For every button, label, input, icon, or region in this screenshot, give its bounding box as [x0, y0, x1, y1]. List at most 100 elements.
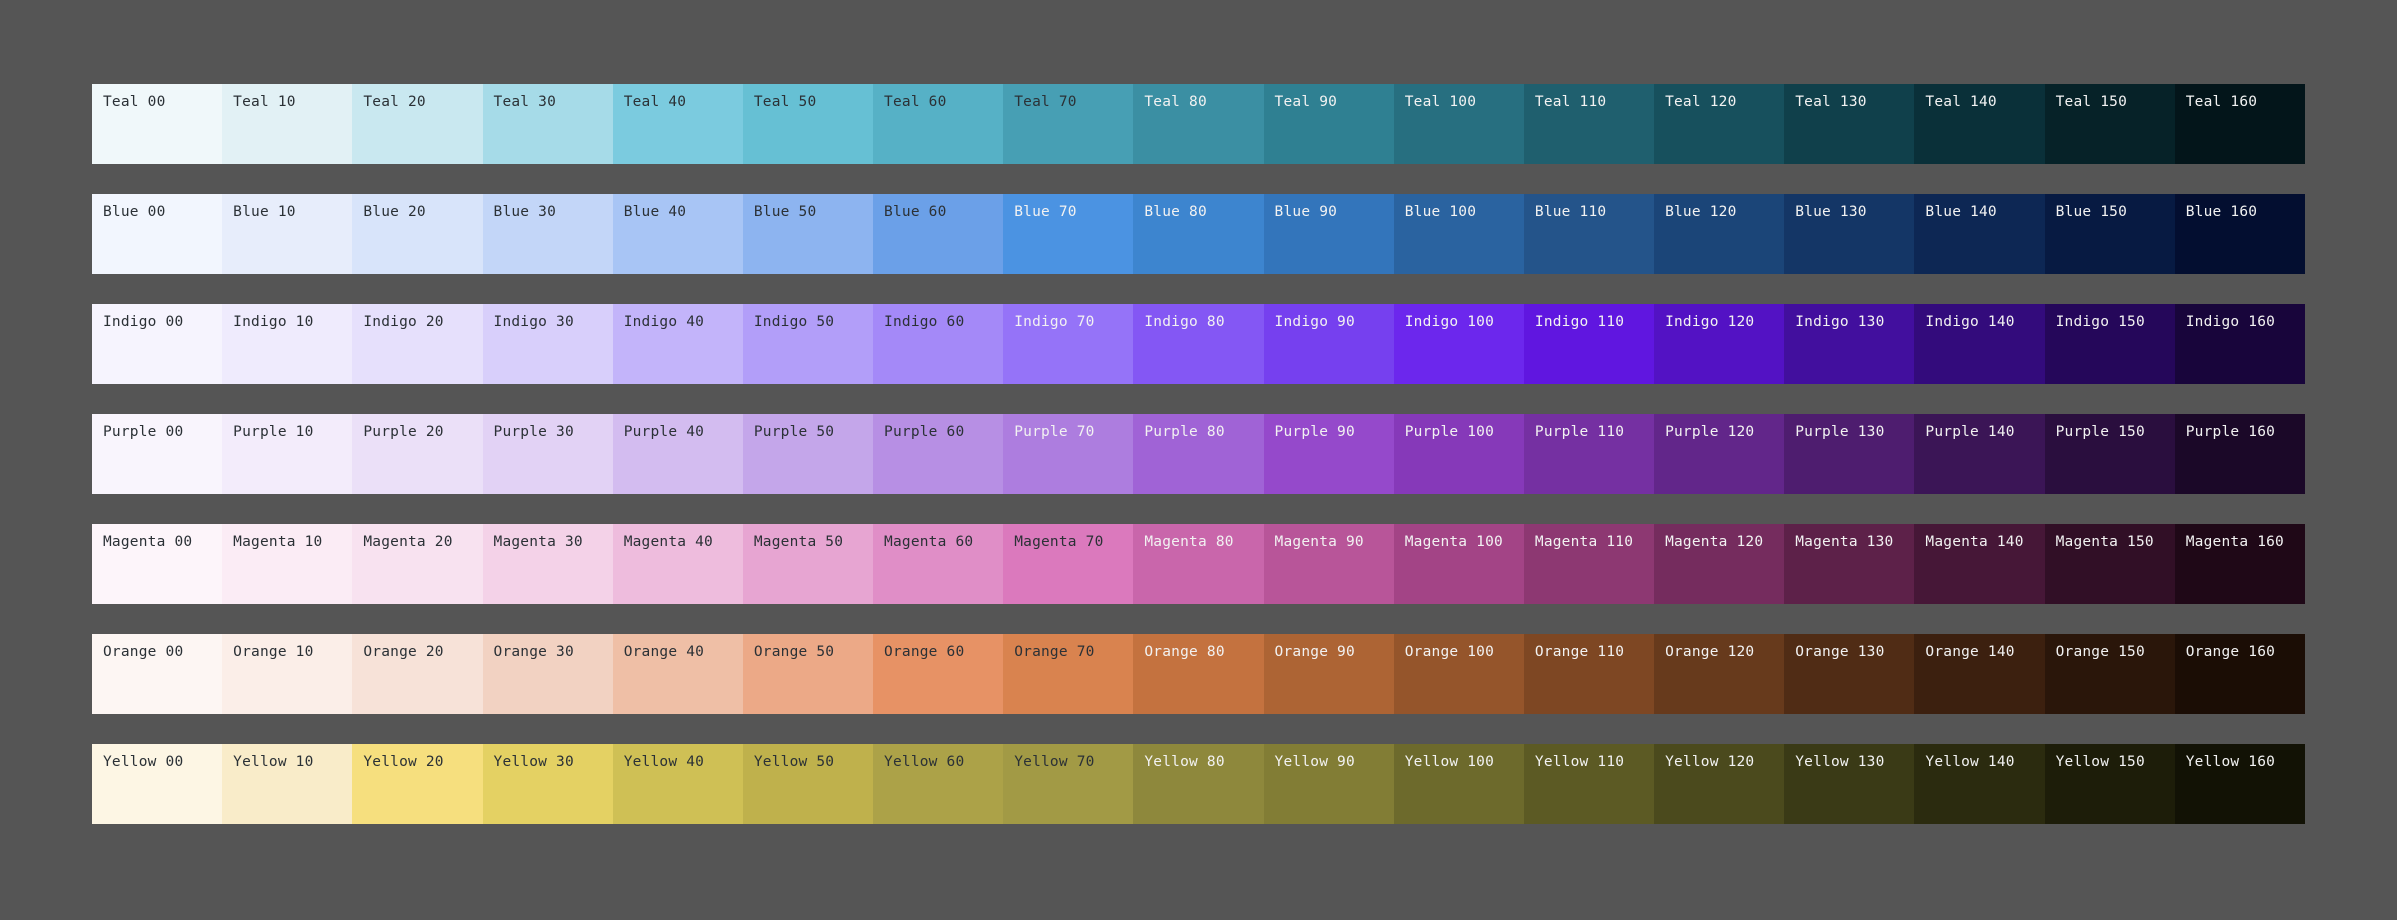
- swatch-purple-20[interactable]: Purple 20: [352, 414, 483, 494]
- swatch-orange-140[interactable]: Orange 140: [1914, 634, 2045, 714]
- swatch-purple-50[interactable]: Purple 50: [742, 414, 874, 494]
- swatch-blue-70[interactable]: Blue 70: [1003, 194, 1134, 274]
- swatch-teal-150[interactable]: Teal 150: [2044, 84, 2175, 164]
- swatch-blue-100[interactable]: Blue 100: [1393, 194, 1524, 274]
- swatch-indigo-150[interactable]: Indigo 150: [2044, 304, 2175, 384]
- swatch-magenta-160[interactable]: Magenta 160: [2174, 524, 2305, 604]
- swatch-indigo-70[interactable]: Indigo 70: [1003, 304, 1134, 384]
- swatch-purple-160[interactable]: Purple 160: [2174, 414, 2305, 494]
- swatch-teal-60[interactable]: Teal 60: [873, 84, 1004, 164]
- swatch-blue-130[interactable]: Blue 130: [1784, 194, 1915, 274]
- swatch-teal-110[interactable]: Teal 110: [1523, 84, 1655, 164]
- swatch-magenta-150[interactable]: Magenta 150: [2044, 524, 2175, 604]
- swatch-yellow-100[interactable]: Yellow 100: [1393, 744, 1524, 824]
- swatch-orange-100[interactable]: Orange 100: [1393, 634, 1524, 714]
- swatch-magenta-40[interactable]: Magenta 40: [612, 524, 743, 604]
- swatch-indigo-80[interactable]: Indigo 80: [1133, 304, 1264, 384]
- swatch-purple-150[interactable]: Purple 150: [2044, 414, 2175, 494]
- swatch-indigo-30[interactable]: Indigo 30: [482, 304, 613, 384]
- swatch-magenta-10[interactable]: Magenta 10: [222, 524, 353, 604]
- swatch-blue-110[interactable]: Blue 110: [1523, 194, 1655, 274]
- swatch-purple-120[interactable]: Purple 120: [1654, 414, 1785, 494]
- swatch-teal-40[interactable]: Teal 40: [612, 84, 743, 164]
- swatch-indigo-00[interactable]: Indigo 00: [92, 304, 223, 384]
- swatch-blue-60[interactable]: Blue 60: [873, 194, 1004, 274]
- swatch-yellow-20[interactable]: Yellow 20: [352, 744, 483, 824]
- swatch-purple-40[interactable]: Purple 40: [612, 414, 743, 494]
- swatch-teal-100[interactable]: Teal 100: [1393, 84, 1524, 164]
- swatch-indigo-20[interactable]: Indigo 20: [352, 304, 483, 384]
- swatch-purple-110[interactable]: Purple 110: [1523, 414, 1655, 494]
- swatch-teal-90[interactable]: Teal 90: [1263, 84, 1394, 164]
- swatch-purple-140[interactable]: Purple 140: [1914, 414, 2045, 494]
- swatch-orange-50[interactable]: Orange 50: [742, 634, 874, 714]
- swatch-yellow-50[interactable]: Yellow 50: [742, 744, 874, 824]
- swatch-yellow-130[interactable]: Yellow 130: [1784, 744, 1915, 824]
- swatch-indigo-40[interactable]: Indigo 40: [612, 304, 743, 384]
- swatch-yellow-160[interactable]: Yellow 160: [2174, 744, 2305, 824]
- swatch-blue-160[interactable]: Blue 160: [2174, 194, 2305, 274]
- swatch-teal-30[interactable]: Teal 30: [482, 84, 613, 164]
- swatch-teal-120[interactable]: Teal 120: [1654, 84, 1785, 164]
- swatch-teal-00[interactable]: Teal 00: [92, 84, 223, 164]
- swatch-magenta-00[interactable]: Magenta 00: [92, 524, 223, 604]
- swatch-blue-80[interactable]: Blue 80: [1133, 194, 1264, 274]
- swatch-magenta-30[interactable]: Magenta 30: [482, 524, 613, 604]
- swatch-yellow-120[interactable]: Yellow 120: [1654, 744, 1785, 824]
- swatch-teal-50[interactable]: Teal 50: [742, 84, 874, 164]
- swatch-yellow-140[interactable]: Yellow 140: [1914, 744, 2045, 824]
- swatch-purple-80[interactable]: Purple 80: [1133, 414, 1264, 494]
- swatch-indigo-10[interactable]: Indigo 10: [222, 304, 353, 384]
- swatch-orange-10[interactable]: Orange 10: [222, 634, 353, 714]
- swatch-purple-70[interactable]: Purple 70: [1003, 414, 1134, 494]
- swatch-teal-20[interactable]: Teal 20: [352, 84, 483, 164]
- swatch-magenta-110[interactable]: Magenta 110: [1523, 524, 1655, 604]
- swatch-yellow-30[interactable]: Yellow 30: [482, 744, 613, 824]
- swatch-blue-150[interactable]: Blue 150: [2044, 194, 2175, 274]
- swatch-yellow-60[interactable]: Yellow 60: [873, 744, 1004, 824]
- swatch-purple-100[interactable]: Purple 100: [1393, 414, 1524, 494]
- swatch-teal-160[interactable]: Teal 160: [2174, 84, 2305, 164]
- swatch-orange-150[interactable]: Orange 150: [2044, 634, 2175, 714]
- swatch-magenta-70[interactable]: Magenta 70: [1003, 524, 1134, 604]
- swatch-magenta-120[interactable]: Magenta 120: [1654, 524, 1785, 604]
- swatch-indigo-100[interactable]: Indigo 100: [1393, 304, 1524, 384]
- swatch-purple-30[interactable]: Purple 30: [482, 414, 613, 494]
- swatch-teal-140[interactable]: Teal 140: [1914, 84, 2045, 164]
- swatch-indigo-140[interactable]: Indigo 140: [1914, 304, 2045, 384]
- swatch-orange-160[interactable]: Orange 160: [2174, 634, 2305, 714]
- swatch-indigo-60[interactable]: Indigo 60: [873, 304, 1004, 384]
- swatch-orange-70[interactable]: Orange 70: [1003, 634, 1134, 714]
- swatch-blue-90[interactable]: Blue 90: [1263, 194, 1394, 274]
- swatch-orange-110[interactable]: Orange 110: [1523, 634, 1655, 714]
- swatch-magenta-80[interactable]: Magenta 80: [1133, 524, 1264, 604]
- swatch-indigo-120[interactable]: Indigo 120: [1654, 304, 1785, 384]
- swatch-orange-40[interactable]: Orange 40: [612, 634, 743, 714]
- swatch-indigo-50[interactable]: Indigo 50: [742, 304, 874, 384]
- swatch-orange-30[interactable]: Orange 30: [482, 634, 613, 714]
- swatch-teal-80[interactable]: Teal 80: [1133, 84, 1264, 164]
- swatch-teal-10[interactable]: Teal 10: [222, 84, 353, 164]
- swatch-indigo-160[interactable]: Indigo 160: [2174, 304, 2305, 384]
- swatch-orange-80[interactable]: Orange 80: [1133, 634, 1264, 714]
- swatch-blue-140[interactable]: Blue 140: [1914, 194, 2045, 274]
- swatch-orange-00[interactable]: Orange 00: [92, 634, 223, 714]
- swatch-indigo-110[interactable]: Indigo 110: [1523, 304, 1655, 384]
- swatch-yellow-80[interactable]: Yellow 80: [1133, 744, 1264, 824]
- swatch-magenta-60[interactable]: Magenta 60: [873, 524, 1004, 604]
- swatch-orange-120[interactable]: Orange 120: [1654, 634, 1785, 714]
- swatch-blue-120[interactable]: Blue 120: [1654, 194, 1785, 274]
- swatch-purple-90[interactable]: Purple 90: [1263, 414, 1394, 494]
- swatch-teal-70[interactable]: Teal 70: [1003, 84, 1134, 164]
- swatch-yellow-90[interactable]: Yellow 90: [1263, 744, 1394, 824]
- swatch-orange-20[interactable]: Orange 20: [352, 634, 483, 714]
- swatch-magenta-130[interactable]: Magenta 130: [1784, 524, 1915, 604]
- swatch-indigo-90[interactable]: Indigo 90: [1263, 304, 1394, 384]
- swatch-purple-60[interactable]: Purple 60: [873, 414, 1004, 494]
- swatch-yellow-150[interactable]: Yellow 150: [2044, 744, 2175, 824]
- swatch-magenta-50[interactable]: Magenta 50: [742, 524, 874, 604]
- swatch-purple-10[interactable]: Purple 10: [222, 414, 353, 494]
- swatch-indigo-130[interactable]: Indigo 130: [1784, 304, 1915, 384]
- swatch-magenta-90[interactable]: Magenta 90: [1263, 524, 1394, 604]
- swatch-yellow-70[interactable]: Yellow 70: [1003, 744, 1134, 824]
